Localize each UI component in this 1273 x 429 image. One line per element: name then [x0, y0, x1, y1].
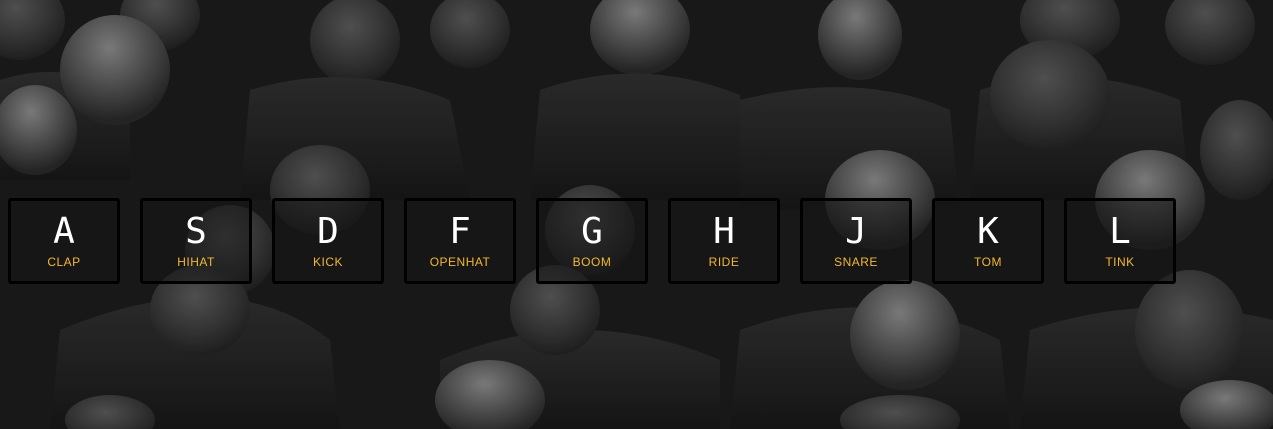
key-l-tink[interactable]: L TINK	[1064, 198, 1176, 284]
key-j-snare[interactable]: J SNARE	[800, 198, 912, 284]
key-letter: H	[713, 211, 735, 252]
sound-label: KICK	[312, 255, 343, 269]
key-letter: F	[449, 211, 471, 252]
key-letter: D	[317, 211, 339, 252]
key-letter: K	[977, 211, 999, 252]
sound-label: TOM	[974, 255, 1002, 269]
key-k-tom[interactable]: K TOM	[932, 198, 1044, 284]
sound-label: BOOM	[572, 255, 612, 269]
drum-keys: A CLAP S HIHAT D KICK F OPENHAT G BOOM H…	[8, 198, 1176, 284]
key-h-ride[interactable]: H RIDE	[668, 198, 780, 284]
sound-label: HIHAT	[177, 255, 215, 269]
sound-label: SNARE	[834, 255, 878, 269]
key-letter: G	[581, 211, 603, 252]
sound-label: TINK	[1105, 255, 1135, 269]
key-d-kick[interactable]: D KICK	[272, 198, 384, 284]
key-g-boom[interactable]: G BOOM	[536, 198, 648, 284]
sound-label: CLAP	[47, 255, 81, 269]
sound-label: OPENHAT	[429, 255, 491, 269]
key-f-openhat[interactable]: F OPENHAT	[404, 198, 516, 284]
key-letter: S	[185, 211, 207, 252]
sound-label: RIDE	[708, 255, 740, 269]
key-letter: A	[53, 211, 75, 252]
key-letter: L	[1109, 211, 1131, 252]
key-s-hihat[interactable]: S HIHAT	[140, 198, 252, 284]
key-letter: J	[845, 211, 867, 252]
key-a-clap[interactable]: A CLAP	[8, 198, 120, 284]
